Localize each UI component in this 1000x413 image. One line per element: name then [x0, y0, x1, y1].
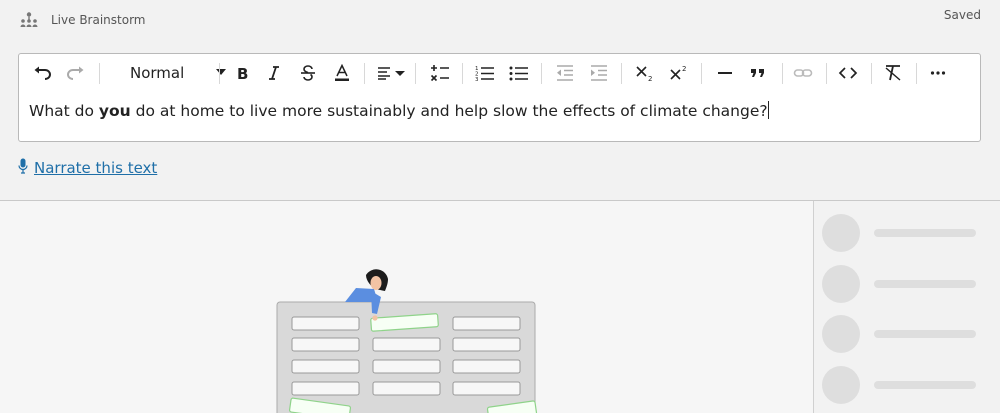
font-color-icon — [335, 64, 349, 81]
toolbar-separator — [871, 63, 872, 84]
more-horizontal-icon — [930, 71, 946, 75]
quote-icon — [751, 69, 764, 77]
placeholder-item — [822, 213, 994, 253]
align-left-icon — [378, 67, 405, 80]
toolbar-separator — [99, 63, 100, 84]
svg-text:B: B — [237, 65, 248, 81]
numbered-list-icon: 123 — [475, 66, 494, 82]
align-button[interactable] — [375, 60, 407, 86]
toolbar-separator — [541, 63, 542, 84]
todo-list-button[interactable] — [427, 60, 453, 86]
save-status: Saved — [943, 8, 981, 22]
svg-text:2: 2 — [648, 75, 652, 82]
participants-panel — [813, 201, 1000, 413]
bulleted-list-button[interactable] — [506, 60, 532, 86]
brainstorm-empty-illustration — [276, 269, 538, 413]
bold-button[interactable]: B — [230, 60, 254, 86]
paragraph-style-select[interactable]: Normal — [122, 60, 230, 86]
brainstorm-icon — [18, 10, 40, 32]
clear-formatting-button[interactable] — [880, 60, 906, 86]
brainstorm-canvas — [0, 201, 813, 413]
toolbar-separator — [826, 63, 827, 84]
editor-text-before: What do — [29, 102, 99, 120]
microphone-icon — [18, 158, 28, 178]
toolbar-separator — [701, 63, 702, 84]
italic-button[interactable] — [262, 60, 286, 86]
redo-icon — [67, 66, 84, 80]
narrate-link[interactable]: Narrate this text — [34, 159, 157, 177]
superscript-icon: 2 — [670, 65, 686, 80]
toolbar-separator — [219, 63, 220, 84]
undo-button[interactable] — [31, 60, 55, 86]
placeholder-item — [822, 365, 994, 405]
svg-text:3: 3 — [475, 77, 479, 82]
link-icon — [793, 69, 813, 77]
text-caret — [767, 101, 769, 119]
horizontal-line-button[interactable] — [712, 60, 738, 86]
placeholder-avatar — [822, 315, 860, 353]
placeholder-avatar — [822, 265, 860, 303]
chevron-down-icon — [216, 69, 226, 75]
font-color-button[interactable] — [330, 60, 354, 86]
placeholder-line — [874, 330, 976, 338]
editor-text-after: do at home to live more sustainably and … — [130, 102, 768, 120]
redo-button[interactable] — [63, 60, 87, 86]
editor-toolbar: Normal B 123 2 2 — [19, 54, 980, 92]
placeholder-line — [874, 280, 976, 288]
strikethrough-button[interactable] — [296, 60, 320, 86]
placeholder-line — [874, 381, 976, 389]
clear-formatting-icon — [885, 65, 901, 81]
placeholder-line — [874, 229, 976, 237]
editor-text-bold: you — [98, 102, 131, 120]
placeholder-avatar — [822, 214, 860, 252]
link-button[interactable] — [790, 60, 816, 86]
strikethrough-icon — [301, 65, 315, 81]
undo-icon — [34, 66, 51, 80]
numbered-list-button[interactable]: 123 — [472, 60, 498, 86]
narrate-control[interactable]: Narrate this text — [18, 158, 157, 178]
app-title: Live Brainstorm — [51, 13, 146, 27]
more-options-button[interactable] — [925, 60, 951, 86]
toolbar-separator — [462, 63, 463, 84]
top-bar: Live Brainstorm Saved — [0, 0, 1000, 44]
placeholder-avatar — [822, 366, 860, 404]
editor-content[interactable]: What do you do at home to live more sust… — [29, 101, 769, 120]
subscript-icon: 2 — [636, 66, 652, 82]
placeholder-item — [822, 314, 994, 354]
outdent-icon — [557, 65, 573, 81]
toolbar-separator — [415, 63, 416, 84]
bold-icon: B — [237, 65, 248, 81]
blockquote-button[interactable] — [745, 60, 771, 86]
indent-icon — [591, 65, 607, 81]
indent-button[interactable] — [586, 60, 612, 86]
svg-text:2: 2 — [682, 65, 686, 73]
placeholder-item — [822, 264, 994, 304]
rich-text-editor[interactable]: Normal B 123 2 2 What do you do at home … — [18, 53, 981, 142]
code-icon — [838, 67, 858, 79]
italic-icon — [269, 66, 279, 80]
toolbar-separator — [782, 63, 783, 84]
toolbar-separator — [364, 63, 365, 84]
superscript-button[interactable]: 2 — [666, 60, 692, 86]
code-button[interactable] — [835, 60, 861, 86]
toolbar-separator — [621, 63, 622, 84]
outdent-button[interactable] — [552, 60, 578, 86]
subscript-button[interactable]: 2 — [632, 60, 658, 86]
toolbar-separator — [916, 63, 917, 84]
style-select-value: Normal — [130, 64, 185, 82]
horizontal-line-icon — [718, 72, 732, 74]
bulleted-list-icon — [509, 66, 528, 81]
checklist-icon — [430, 65, 449, 82]
